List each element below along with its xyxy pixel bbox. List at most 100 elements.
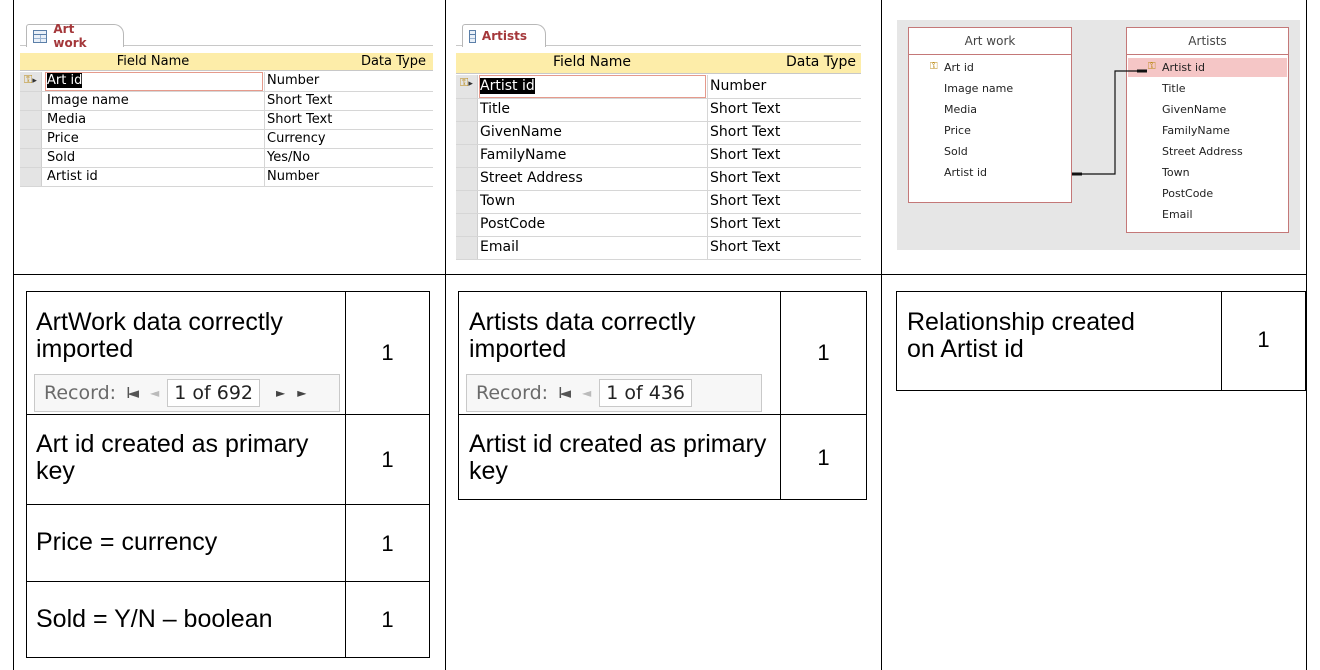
row-selector[interactable] — [20, 168, 42, 186]
criterion-text: Art id created as primary key — [36, 430, 309, 485]
relationships-diagram: Art work ⚿ Art id Image name Media Price… — [897, 20, 1300, 250]
relationship-table-artists[interactable]: Artists ⚿ Artist id Title GivenName Fami… — [1126, 27, 1289, 233]
field-row[interactable]: PostCode Short Text — [456, 214, 861, 237]
relationship-field[interactable]: FamilyName — [1162, 124, 1230, 137]
next-record-icon[interactable]: ► — [276, 386, 285, 400]
field-row[interactable]: Town Short Text — [456, 191, 861, 214]
field-row[interactable]: Price Currency — [20, 130, 433, 149]
field-name[interactable]: Artist id — [480, 78, 535, 94]
row-selector[interactable] — [20, 92, 42, 110]
field-row[interactable]: Sold Yes/No — [20, 149, 433, 168]
grid-border-left — [13, 0, 14, 670]
relationship-field[interactable]: Artist id — [1162, 61, 1205, 74]
row-selector[interactable] — [20, 130, 42, 148]
row-selector[interactable] — [20, 149, 42, 167]
field-name[interactable]: FamilyName — [480, 147, 566, 163]
field-name[interactable]: Sold — [47, 150, 75, 165]
field-name[interactable]: Street Address — [480, 170, 583, 186]
field-row[interactable]: Media Short Text — [20, 111, 433, 130]
record-position[interactable]: 1 of 436 — [599, 379, 693, 407]
field-row[interactable]: ⚿▸ Artist id Number — [456, 75, 861, 99]
field-type[interactable]: Short Text — [267, 93, 332, 108]
tab-strip: Artists — [456, 22, 861, 47]
relationship-field[interactable]: GivenName — [1162, 103, 1226, 116]
field-type[interactable]: Short Text — [710, 170, 780, 186]
relationship-field[interactable]: Sold — [944, 145, 968, 158]
criterion-text: Price = currency — [36, 528, 218, 556]
relationship-field[interactable]: Title — [1162, 82, 1186, 95]
row-selector[interactable] — [456, 191, 478, 213]
field-row[interactable]: Artist id Number — [20, 168, 433, 187]
table-icon — [469, 29, 476, 43]
field-row[interactable]: Title Short Text — [456, 99, 861, 122]
field-type[interactable]: Number — [267, 169, 319, 184]
relationship-field[interactable]: Street Address — [1162, 145, 1243, 158]
field-name[interactable]: Media — [47, 112, 86, 127]
mark-table-relationship: Relationship created on Artist id 1 — [896, 291, 1306, 391]
previous-record-icon[interactable]: ◄ — [582, 386, 591, 400]
mark-table-artwork: ArtWork data correctly imported Record: … — [26, 291, 430, 658]
relationship-field[interactable]: Email — [1162, 208, 1193, 221]
field-name[interactable]: Town — [480, 193, 515, 209]
field-name[interactable]: Image name — [47, 93, 129, 108]
primary-key-icon: ⚿▸ — [24, 73, 37, 86]
field-name[interactable]: Artist id — [47, 169, 98, 184]
score-value: 1 — [1257, 327, 1270, 352]
last-record-icon[interactable]: ► — [297, 386, 306, 400]
relationship-field[interactable]: Art id — [944, 61, 974, 74]
field-name[interactable]: GivenName — [480, 124, 562, 140]
field-type[interactable]: Currency — [267, 131, 326, 146]
row-selector[interactable] — [20, 111, 42, 129]
field-type[interactable]: Number — [710, 78, 766, 94]
row-selector[interactable] — [456, 214, 478, 236]
field-name[interactable]: Email — [480, 239, 519, 255]
tab-artwork[interactable]: Art work — [26, 22, 124, 50]
criterion-cell: Price = currency — [26, 504, 346, 582]
row-selector[interactable] — [456, 145, 478, 167]
relationship-field[interactable]: Media — [944, 103, 977, 116]
tab-artists[interactable]: Artists — [462, 24, 546, 47]
record-navigator[interactable]: Record: I◄ ◄ 1 of 692 ► ► — [34, 374, 340, 412]
field-type[interactable]: Number — [267, 73, 319, 88]
field-name[interactable]: PostCode — [480, 216, 545, 232]
first-record-icon[interactable]: I◄ — [558, 384, 571, 402]
relationship-field[interactable]: Image name — [944, 82, 1013, 95]
relationship-field[interactable]: Town — [1162, 166, 1190, 179]
record-navigator[interactable]: Record: I◄ ◄ 1 of 436 — [466, 374, 762, 412]
criterion-text: Artist id created as primary key — [469, 430, 767, 485]
field-type[interactable]: Yes/No — [267, 150, 310, 165]
field-type[interactable]: Short Text — [710, 147, 780, 163]
score-cell: 1 — [1221, 291, 1306, 391]
field-type[interactable]: Short Text — [267, 112, 332, 127]
criterion-cell: Artist id created as primary key — [458, 414, 781, 500]
field-row[interactable]: Image name Short Text — [20, 92, 433, 111]
field-type[interactable]: Short Text — [710, 101, 780, 117]
score-value: 1 — [381, 531, 394, 556]
field-type[interactable]: Short Text — [710, 193, 780, 209]
field-type[interactable]: Short Text — [710, 124, 780, 140]
score-cell: 1 — [345, 504, 430, 582]
record-position[interactable]: 1 of 692 — [167, 379, 261, 407]
previous-record-icon[interactable]: ◄ — [150, 386, 159, 400]
grid-border-right — [1306, 0, 1307, 670]
relationship-field[interactable]: Price — [944, 124, 971, 137]
field-type[interactable]: Short Text — [710, 239, 780, 255]
row-selector[interactable] — [456, 168, 478, 190]
field-row[interactable]: GivenName Short Text — [456, 122, 861, 145]
field-name[interactable]: Price — [47, 131, 79, 146]
relationship-field[interactable]: Artist id — [944, 166, 987, 179]
relationship-table-artwork[interactable]: Art work ⚿ Art id Image name Media Price… — [908, 27, 1072, 203]
row-selector[interactable] — [456, 122, 478, 144]
field-row[interactable]: Street Address Short Text — [456, 168, 861, 191]
criterion-cell: Relationship created on Artist id — [896, 291, 1222, 391]
field-name[interactable]: Art id — [47, 73, 83, 88]
field-row[interactable]: Email Short Text — [456, 237, 861, 260]
first-record-icon[interactable]: I◄ — [126, 384, 139, 402]
field-name[interactable]: Title — [480, 101, 510, 117]
field-row[interactable]: ⚿▸ Art id Number — [20, 72, 433, 92]
row-selector[interactable] — [456, 237, 478, 259]
field-row[interactable]: FamilyName Short Text — [456, 145, 861, 168]
relationship-field[interactable]: PostCode — [1162, 187, 1213, 200]
field-type[interactable]: Short Text — [710, 216, 780, 232]
row-selector[interactable] — [456, 99, 478, 121]
